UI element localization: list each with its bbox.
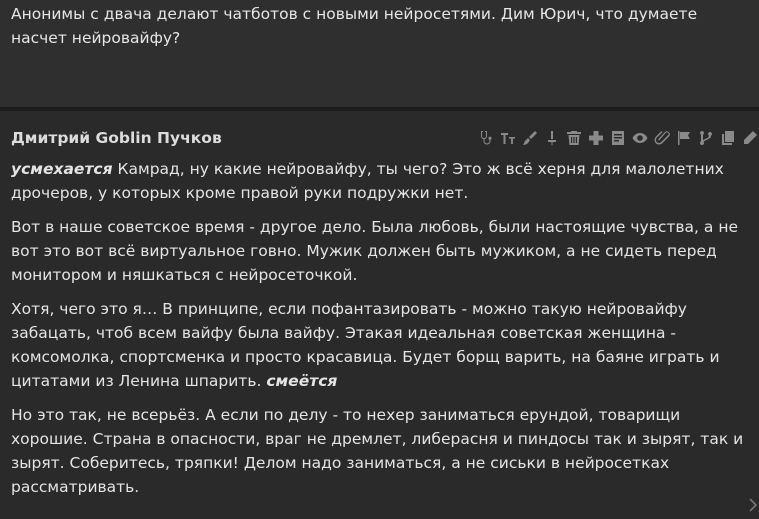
action-text: усмехается	[11, 160, 113, 178]
branch-icon[interactable]	[697, 129, 715, 147]
paragraph-text: Хотя, чего это я… В принципе, если пофан…	[11, 300, 720, 390]
message-author: Дмитрий Goblin Пучков	[11, 129, 222, 147]
message-paragraph: усмехается Камрад, ну какие нейровайфу, …	[11, 157, 751, 205]
paragraph-text: Вот в наше советское время - другое дело…	[11, 218, 738, 284]
previous-message: Анонимы с двача делают чатботов с новыми…	[0, 0, 759, 108]
edit-icon[interactable]	[741, 129, 759, 147]
pin-icon[interactable]	[543, 129, 561, 147]
attach-icon[interactable]	[653, 129, 671, 147]
previous-message-text: Анонимы с двача делают чатботов с новыми…	[11, 5, 698, 47]
add-icon[interactable]	[587, 129, 605, 147]
trash-icon[interactable]	[565, 129, 583, 147]
message-paragraph: Вот в наше советское время - другое дело…	[11, 215, 751, 287]
message-toolbar	[477, 128, 759, 148]
chat-message: Дмитрий Goblin Пучков усмехается Камрад,…	[0, 111, 759, 519]
flag-icon[interactable]	[675, 129, 693, 147]
stethoscope-icon[interactable]	[477, 129, 495, 147]
copy-icon[interactable]	[719, 129, 737, 147]
paragraph-text: Камрад, ну какие нейровайфу, ты чего? Эт…	[11, 160, 724, 202]
text-size-icon[interactable]	[499, 129, 517, 147]
action-text: смеётся	[266, 372, 338, 390]
brush-icon[interactable]	[521, 129, 539, 147]
eye-icon[interactable]	[631, 129, 649, 147]
paragraph-text: Но это так, не всерьёз. А если по делу -…	[11, 406, 744, 496]
message-paragraph: Но это так, не всерьёз. А если по делу -…	[11, 403, 751, 499]
message-body: усмехается Камрад, ну какие нейровайфу, …	[11, 157, 751, 509]
chevron-right-icon[interactable]	[747, 497, 759, 513]
note-icon[interactable]	[609, 129, 627, 147]
message-paragraph: Хотя, чего это я… В принципе, если пофан…	[11, 297, 751, 393]
